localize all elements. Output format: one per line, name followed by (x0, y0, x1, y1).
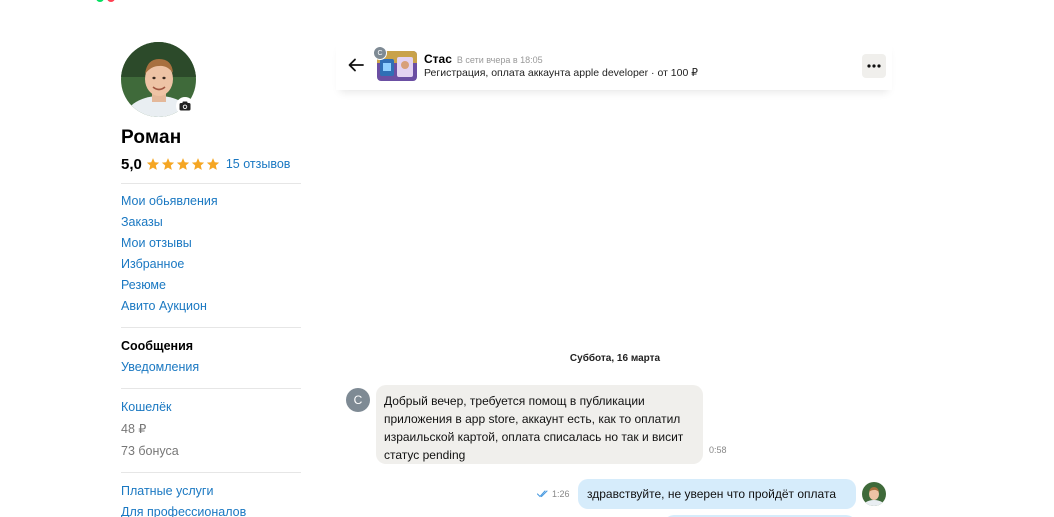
profile-sidebar: Роман 5,0 15 отзывов Мои обьявления Зака… (121, 42, 301, 517)
message-time: 0:58 (709, 445, 727, 455)
arrow-left-icon[interactable] (348, 58, 364, 72)
star-icon (191, 158, 204, 170)
contact-status: В сети вчера в 18:05 (456, 55, 543, 65)
wallet-section: Кошелёк 48 ₽ 73 бонуса (121, 397, 301, 462)
contact-name[interactable]: Стас (424, 52, 452, 66)
menu-item-notifications[interactable]: Уведомления (121, 357, 301, 378)
menu-item-favorites[interactable]: Избранное (121, 254, 301, 275)
logo-dot-red (107, 0, 115, 2)
site-logo[interactable] (96, 0, 115, 2)
divider (121, 388, 301, 389)
menu-item-orders[interactable]: Заказы (121, 212, 301, 233)
wallet-bonus: 73 бонуса (121, 444, 179, 458)
star-icon (146, 158, 159, 170)
rating-row: 5,0 15 отзывов (121, 155, 301, 173)
message-time: 1:26 (552, 489, 570, 499)
divider (121, 183, 301, 184)
rating-stars (146, 157, 220, 171)
menu-item-auction[interactable]: Авито Аукцион (121, 296, 301, 317)
profile-menu-primary: Мои обьявления Заказы Мои отзывы Избранн… (121, 191, 301, 317)
contact-mini-avatar: С (373, 46, 387, 60)
star-icon (206, 158, 219, 170)
outgoing-message: здравствуйте, не уверен что пройдёт опла… (578, 479, 856, 509)
date-separator: Суббота, 16 марта (569, 353, 661, 364)
camera-icon (179, 101, 191, 111)
menu-item-my-reviews[interactable]: Мои отзывы (121, 233, 301, 254)
contact-line: Стас В сети вчера в 18:05 (424, 52, 543, 66)
profile-menu-messages: Сообщения Уведомления (121, 336, 301, 378)
profile-menu-services: Платные услуги Для профессионалов (121, 481, 301, 517)
menu-item-my-ads[interactable]: Мои обьявления (121, 191, 301, 212)
star-icon (176, 158, 189, 170)
change-photo-button[interactable] (176, 97, 194, 115)
item-title[interactable]: Регистрация, оплата аккаунта apple devel… (424, 67, 698, 79)
profile-avatar-wrap (121, 42, 196, 117)
own-avatar[interactable] (862, 482, 886, 506)
sender-avatar[interactable]: С (346, 388, 370, 412)
chat-more-button[interactable] (862, 54, 886, 78)
divider (121, 472, 301, 473)
menu-item-messages[interactable]: Сообщения (121, 336, 301, 357)
menu-item-paid-services[interactable]: Платные услуги (121, 481, 301, 502)
reviews-link[interactable]: 15 отзывов (226, 157, 291, 171)
menu-item-for-professionals[interactable]: Для профессионалов (121, 502, 301, 517)
menu-item-wallet[interactable]: Кошелёк (121, 397, 301, 418)
wallet-balance: 48 ₽ (121, 422, 147, 436)
chat-header: С Стас В сети вчера в 18:05 Регистрация,… (336, 40, 892, 90)
menu-item-resume[interactable]: Резюме (121, 275, 301, 296)
more-dots-icon (867, 64, 881, 68)
rating-value: 5,0 (121, 155, 142, 173)
double-check-icon (537, 490, 548, 498)
profile-name: Роман (121, 127, 182, 148)
incoming-message: Добрый вечер, требуется помощ в публикац… (376, 385, 703, 464)
logo-dot-green (96, 0, 104, 2)
star-icon (161, 158, 174, 170)
divider (121, 327, 301, 328)
